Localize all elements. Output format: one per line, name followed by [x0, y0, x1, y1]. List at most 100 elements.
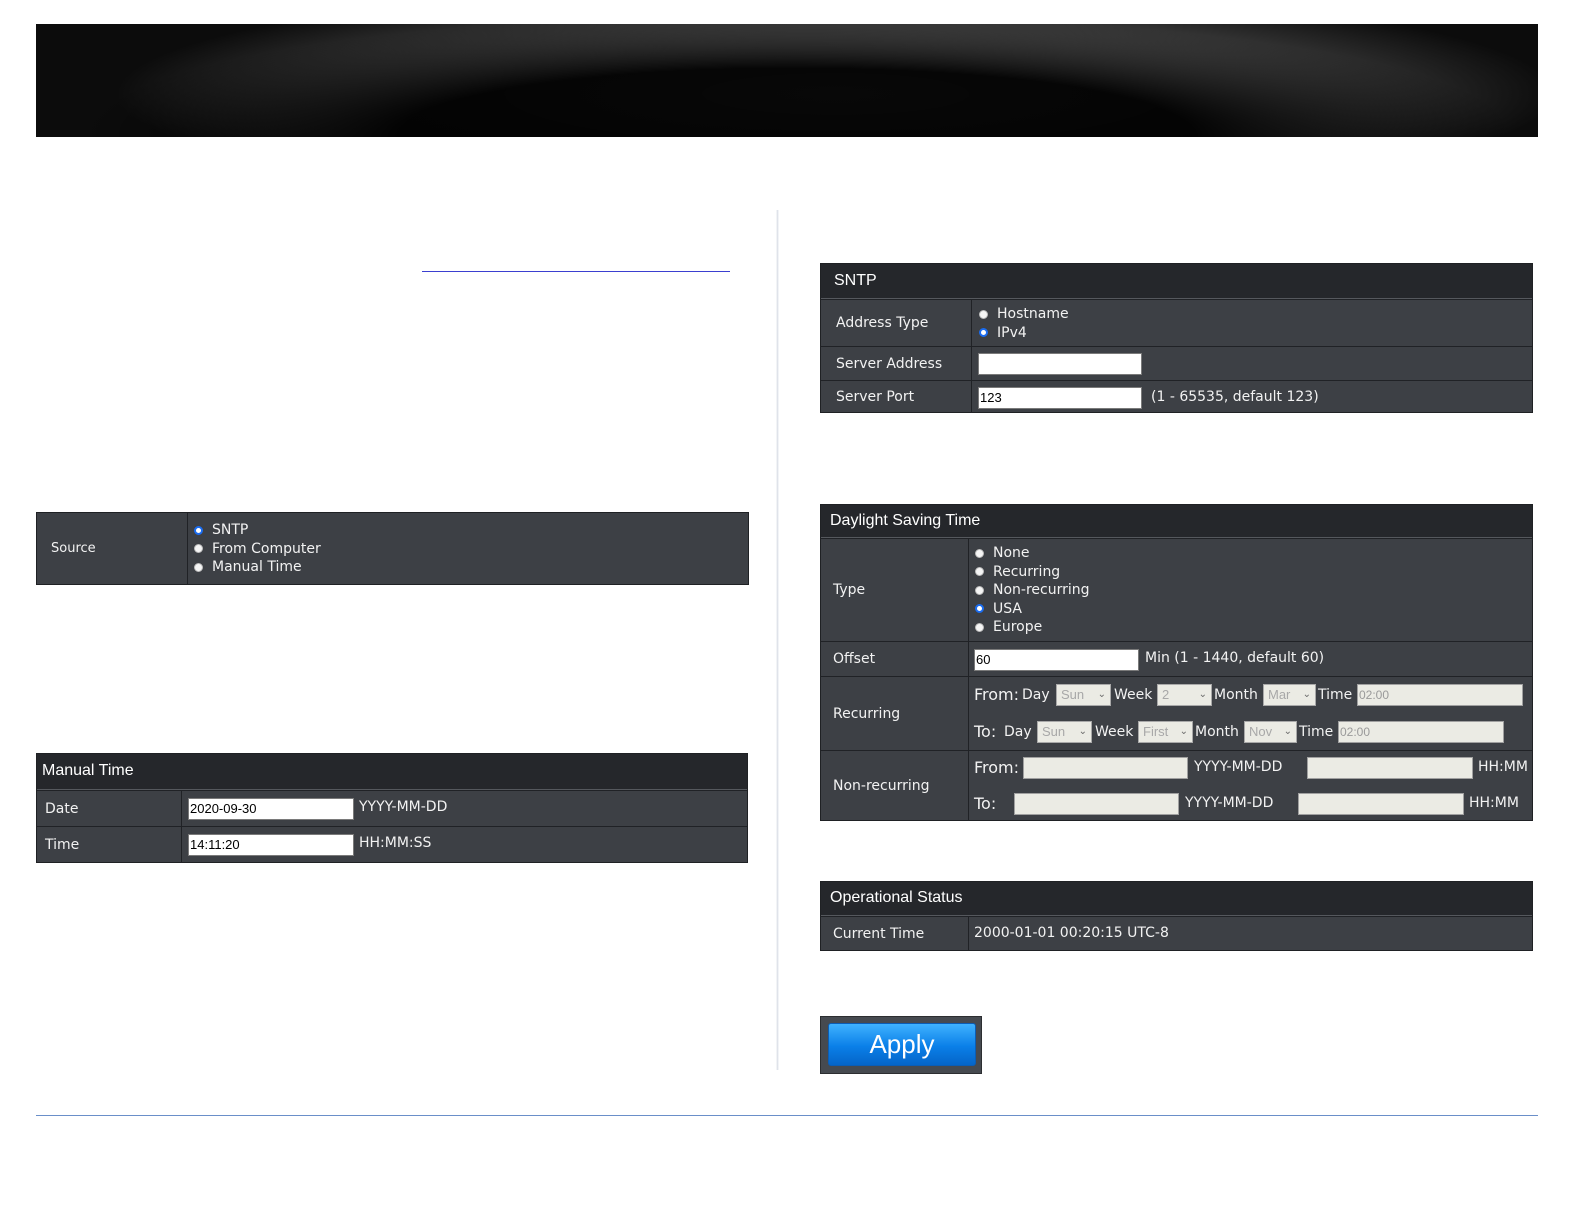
date-input[interactable]: 2020-09-30: [188, 798, 354, 820]
link-underline[interactable]: [422, 271, 730, 272]
address-type-ipv4[interactable]: IPv4: [979, 324, 1532, 343]
radio-unselected-icon[interactable]: [975, 548, 984, 558]
current-time-label: Current Time: [821, 917, 969, 950]
radio-unselected-icon[interactable]: [975, 622, 984, 632]
recurring-to-day-select[interactable]: Sun ⌄: [1037, 721, 1092, 743]
dst-type-row: Type None Recurring Non-recurring USA Eu…: [821, 538, 1532, 641]
select-value: Sun: [1042, 724, 1066, 739]
server-port-input[interactable]: 123: [978, 387, 1142, 409]
radio-selected-icon[interactable]: [975, 604, 984, 614]
address-type-option-label: Hostname: [997, 306, 1069, 323]
non-recurring-to-date-input[interactable]: [1014, 793, 1179, 815]
dst-type-option-label: Europe: [993, 619, 1043, 636]
recurring-from-month-select[interactable]: Mar ⌄: [1263, 684, 1316, 706]
dst-type-usa[interactable]: USA: [975, 600, 1532, 619]
offset-input[interactable]: 60: [974, 649, 1139, 671]
recurring-from-week-select[interactable]: 2 ⌄: [1157, 684, 1212, 706]
non-recurring-label: Non-recurring: [821, 751, 969, 821]
radio-unselected-icon[interactable]: [975, 567, 984, 577]
radio-unselected-icon[interactable]: [979, 309, 988, 319]
select-value: First: [1143, 724, 1169, 739]
dst-panel: Daylight Saving Time Type None Recurring…: [820, 504, 1533, 821]
radio-selected-icon[interactable]: [979, 328, 988, 338]
dst-type-option-label: USA: [993, 600, 1022, 617]
source-label: Source: [37, 513, 188, 584]
dst-type-option-label: Non-recurring: [993, 582, 1090, 599]
recurring-to-month-select[interactable]: Nov ⌄: [1244, 721, 1297, 743]
server-port-row: Server Port 123 (1 - 65535, default 123): [821, 380, 1532, 413]
source-option-sntp[interactable]: SNTP: [194, 521, 748, 540]
server-address-row: Server Address: [821, 346, 1532, 380]
select-value: Nov: [1249, 724, 1273, 739]
source-option-manual-time[interactable]: Manual Time: [194, 558, 748, 577]
radio-selected-icon[interactable]: [194, 525, 203, 535]
time-label: Time: [37, 827, 182, 862]
chevron-down-icon: ⌄: [1198, 689, 1207, 700]
offset-row: Offset 60 Min (1 - 1440, default 60): [821, 641, 1532, 676]
offset-hint: Min (1 - 1440, default 60): [1145, 650, 1325, 666]
radio-unselected-icon[interactable]: [194, 544, 203, 554]
source-option-label: SNTP: [212, 522, 249, 539]
dst-type-none[interactable]: None: [975, 544, 1532, 563]
panel-title: Manual Time: [37, 754, 747, 790]
non-recurring-to-time-input[interactable]: [1298, 793, 1464, 815]
recurring-row: Recurring From: Day Sun ⌄ Week 2 ⌄ Month M…: [821, 676, 1532, 750]
current-time-value: 2000-01-01 00:20:15 UTC-8: [974, 925, 1169, 941]
header-banner: [36, 24, 1538, 137]
recurring-to-day-label: Day: [1004, 724, 1032, 740]
non-recurring-from-time-format: HH:MM: [1478, 759, 1528, 775]
date-row: Date 2020-09-30 YYYY-MM-DD: [37, 790, 747, 826]
recurring-from-time-label: Time: [1318, 687, 1353, 703]
non-recurring-from-date-format: YYYY-MM-DD: [1194, 759, 1283, 775]
server-port-hint: (1 - 65535, default 123): [1151, 389, 1319, 405]
recurring-from-time-input[interactable]: 02:00: [1357, 684, 1523, 706]
time-format-hint: HH:MM:SS: [359, 835, 432, 851]
panel-title: Daylight Saving Time: [821, 505, 1532, 538]
source-option-label: Manual Time: [212, 559, 302, 576]
radio-unselected-icon[interactable]: [975, 585, 984, 595]
recurring-to-month-label: Month: [1195, 724, 1239, 740]
dst-type-europe[interactable]: Europe: [975, 618, 1532, 637]
apply-button-frame: Apply: [820, 1016, 982, 1074]
server-port-label: Server Port: [821, 381, 972, 413]
recurring-from-week-label: Week: [1114, 687, 1153, 703]
chevron-down-icon: ⌄: [1078, 726, 1087, 737]
recurring-from-prefix: From:: [974, 685, 1020, 704]
panel-title: Operational Status: [821, 882, 1532, 916]
server-address-label: Server Address: [821, 347, 972, 380]
chevron-down-icon: ⌄: [1179, 726, 1188, 737]
dst-type-label: Type: [821, 539, 969, 641]
non-recurring-from-time-input[interactable]: [1307, 757, 1473, 779]
recurring-from-day-label: Day: [1022, 687, 1050, 703]
manual-time-panel: Manual Time Date 2020-09-30 YYYY-MM-DD T…: [36, 753, 748, 863]
source-option-from-computer[interactable]: From Computer: [194, 540, 748, 559]
source-option-label: From Computer: [212, 540, 321, 557]
select-value: Mar: [1268, 687, 1291, 702]
footer-rule: [36, 1115, 1538, 1116]
address-type-hostname[interactable]: Hostname: [979, 305, 1532, 324]
date-label: Date: [37, 791, 182, 826]
non-recurring-from-prefix: From:: [974, 758, 1020, 777]
dst-type-recurring[interactable]: Recurring: [975, 563, 1532, 582]
apply-button[interactable]: Apply: [828, 1023, 976, 1066]
recurring-to-time-input[interactable]: 02:00: [1338, 721, 1504, 743]
recurring-to-week-select[interactable]: First ⌄: [1138, 721, 1193, 743]
non-recurring-to-date-format: YYYY-MM-DD: [1185, 795, 1274, 811]
current-time-row: Current Time 2000-01-01 00:20:15 UTC-8: [821, 916, 1532, 950]
dst-type-option-label: None: [993, 545, 1030, 562]
server-address-input[interactable]: [978, 353, 1142, 375]
recurring-label: Recurring: [821, 677, 969, 750]
time-input[interactable]: 14:11:20: [188, 834, 354, 856]
dst-type-non-recurring[interactable]: Non-recurring: [975, 581, 1532, 600]
dst-type-option-label: Recurring: [993, 563, 1061, 580]
non-recurring-from-date-input[interactable]: [1023, 757, 1188, 779]
recurring-to-prefix: To:: [974, 722, 997, 741]
address-type-label: Address Type: [821, 300, 972, 346]
date-format-hint: YYYY-MM-DD: [359, 799, 448, 815]
radio-unselected-icon[interactable]: [194, 562, 203, 572]
sntp-panel: SNTP Address Type Hostname IPv4 Server A…: [820, 263, 1533, 413]
non-recurring-row: Non-recurring From: YYYY-MM-DD HH:MM To:…: [821, 750, 1532, 821]
recurring-from-day-select[interactable]: Sun ⌄: [1056, 684, 1111, 706]
address-type-row: Address Type Hostname IPv4: [821, 299, 1532, 346]
column-divider: [776, 210, 779, 1070]
